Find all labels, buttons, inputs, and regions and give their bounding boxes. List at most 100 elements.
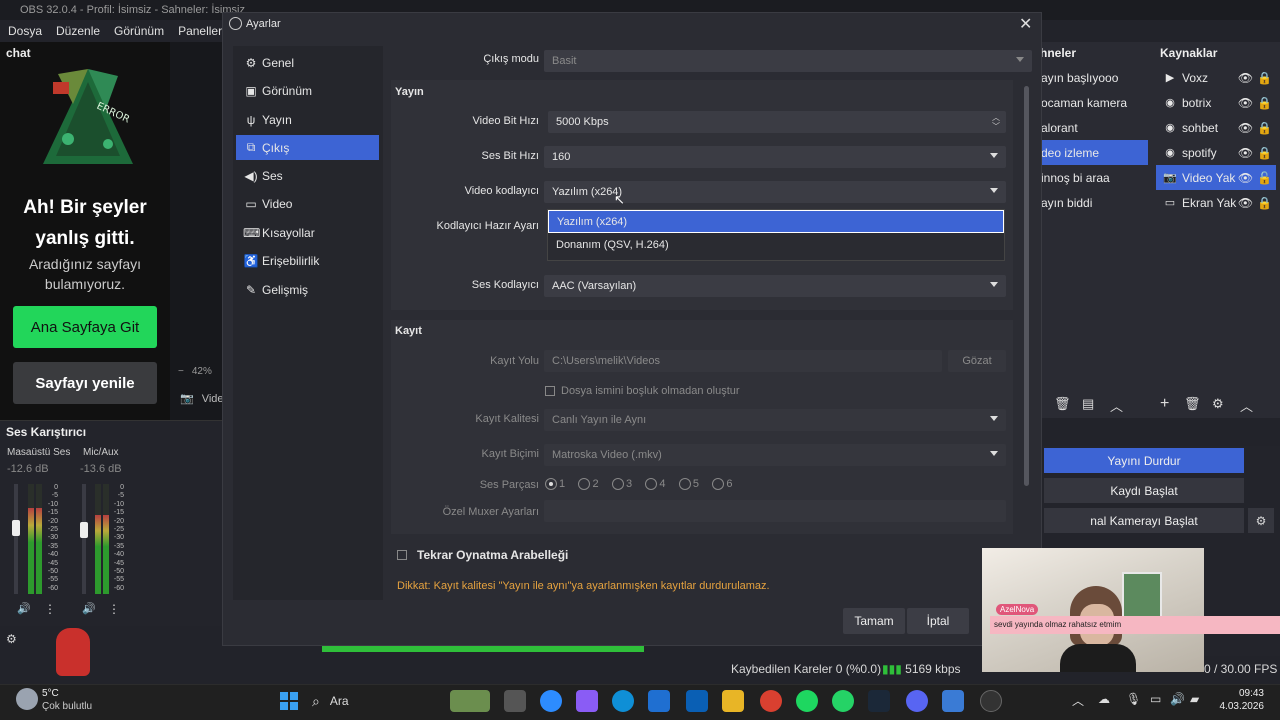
zoom-icon[interactable] [540,690,562,712]
menu-paneller[interactable]: Paneller [178,24,222,42]
network-icon[interactable]: ▭ [1150,692,1161,706]
task-view-icon[interactable] [504,690,526,712]
minus-icon[interactable]: − [178,366,184,377]
cloud-icon[interactable]: ☁ [1098,692,1110,706]
sidebar-item-yayin[interactable]: ψ Yayın [236,107,379,132]
eye-icon[interactable]: 👁 [1238,121,1253,135]
audio-bitrate-select[interactable]: 160 [544,146,1006,168]
speaker-icon[interactable]: 🔊 [82,602,96,615]
app-icon[interactable] [942,690,964,712]
source-item[interactable]: ◉ spotify 👁 🔒 [1156,140,1276,165]
taskbar-search[interactable]: ⌕ Ara [312,689,442,713]
more-icon[interactable]: ⋮ [44,602,56,616]
clock-date[interactable]: 4.03.2026 [1214,701,1265,712]
filter-icon[interactable]: ▤ [1082,396,1094,412]
unlock-icon[interactable]: 🔓 [1257,171,1272,185]
file-explorer-icon[interactable] [722,690,744,712]
encoder-option-software[interactable]: Yazılım (x264) [548,210,1004,233]
eye-icon[interactable]: 👁 [1238,171,1253,185]
sidebar-item-video[interactable]: ▭ Video [236,191,379,216]
track-radio-1[interactable]: 1 [545,478,565,490]
more-icon[interactable]: ⋮ [108,602,120,616]
track-radio-5[interactable]: 5 [678,478,699,490]
muxer-input[interactable] [544,500,1006,522]
chevron-up-icon[interactable]: ︿ [1110,396,1123,415]
lock-icon[interactable]: 🔒 [1257,121,1272,135]
weather-icon[interactable] [16,688,38,710]
track-radio-3[interactable]: 3 [611,478,632,490]
store-icon[interactable] [648,690,670,712]
lock-icon[interactable]: 🔒 [1257,71,1272,85]
stop-stream-button[interactable]: Yayını Durdur [1044,448,1244,473]
sidebar-item-genel[interactable]: ⚙ Genel [236,50,379,75]
chrome-icon[interactable] [760,690,782,712]
output-mode-select[interactable]: Basit [544,50,1032,72]
volume-icon[interactable]: 🔊 [1170,692,1185,706]
no-space-checkbox[interactable]: Dosya ismini boşluk olmadan oluştur [545,385,740,397]
lock-icon[interactable]: 🔒 [1257,146,1272,160]
replay-buffer-checkbox[interactable]: Tekrar Oynatma Arabelleği [397,548,568,562]
battery-icon[interactable]: ▰ [1190,692,1199,706]
start-record-button[interactable]: Kaydı Başlat [1044,478,1244,503]
source-item[interactable]: ▶ Voxz 👁 🔒 [1156,65,1276,90]
trash-icon[interactable]: 🗑 [1184,396,1201,412]
copilot-icon[interactable] [576,690,598,712]
discord-icon[interactable] [906,690,928,712]
encoder-option-hardware[interactable]: Donanım (QSV, H.264) [548,233,1004,256]
speaker-icon[interactable]: 🔊 [17,602,31,615]
eye-icon[interactable]: 👁 [1238,96,1253,110]
microphone-icon[interactable]: 🎙 [1126,692,1141,706]
menu-gorunum[interactable]: Görünüm [114,24,164,42]
whatsapp-icon[interactable] [832,690,854,712]
eye-icon[interactable]: 👁 [1238,196,1253,210]
lock-icon[interactable]: 🔒 [1257,196,1272,210]
volume-fader[interactable] [80,522,88,538]
clock-time[interactable]: 09:43 [1228,688,1264,699]
cancel-button[interactable]: İptal [907,608,969,634]
track-radio-4[interactable]: 4 [645,478,666,490]
sidebar-item-kisayollar[interactable]: ⌨ Kısayollar [236,220,379,245]
gear-icon[interactable]: ⚙ [1212,396,1224,412]
eye-icon[interactable]: 👁 [1238,146,1253,160]
scene-item[interactable]: ayın biddi [1040,190,1148,215]
scene-item[interactable]: ocaman kamera [1040,90,1148,115]
reload-button[interactable]: Sayfayı yenile [13,362,157,404]
add-icon[interactable]: + [1160,395,1169,413]
menu-duzenle[interactable]: Düzenle [56,24,100,42]
scene-item[interactable]: ayın başlıyooo [1040,65,1148,90]
source-item[interactable]: ◉ sohbet 👁 🔒 [1156,115,1276,140]
scene-item[interactable]: innoş bi araa [1040,165,1148,190]
scene-item[interactable]: alorant [1040,115,1148,140]
chevron-up-icon[interactable]: ︿ [1072,692,1084,709]
gear-icon[interactable]: ⚙ [6,632,17,646]
menu-dosya[interactable]: Dosya [8,24,42,42]
source-item[interactable]: ▭ Ekran Yak 👁 🔒 [1156,190,1276,215]
volume-fader[interactable] [12,520,20,536]
video-bitrate-spinbox[interactable]: 5000 Kbps ︿ ﹀ [548,111,1006,133]
outlook-icon[interactable] [686,690,708,712]
ok-button[interactable]: Tamam [843,608,905,634]
eye-icon[interactable]: 👁 [1238,71,1253,85]
browse-button[interactable]: Gözat [948,350,1006,372]
obs-icon[interactable] [980,690,1002,712]
sidebar-item-cikis[interactable]: ⧉ Çıkış [236,135,379,160]
gear-icon[interactable]: ⚙ [1248,508,1274,533]
chevron-up-icon[interactable]: ︿ [1240,396,1253,415]
lock-icon[interactable]: 🔒 [1257,96,1272,110]
track-radio-6[interactable]: 6 [712,478,732,490]
sidebar-item-gelismis[interactable]: ✎ Gelişmiş [236,277,379,302]
scrollbar[interactable] [1024,86,1029,486]
source-item-selected[interactable]: 📷 Video Yak 👁 🔓 [1156,165,1276,190]
audio-encoder-select[interactable]: AAC (Varsayılan) [544,275,1006,297]
source-item[interactable]: ◉ botrix 👁 🔒 [1156,90,1276,115]
track-radio-2[interactable]: 2 [578,478,599,490]
edge-icon[interactable] [612,690,634,712]
steam-icon[interactable] [868,690,890,712]
windows-start-icon[interactable] [278,690,300,712]
record-format-select[interactable]: Matroska Video (.mkv) [544,444,1006,466]
scene-item-selected[interactable]: deo izleme [1040,140,1148,165]
widgets-icon[interactable] [450,690,490,712]
sidebar-item-ses[interactable]: ◀) Ses [236,163,379,188]
trash-icon[interactable]: 🗑 [1054,396,1071,412]
sidebar-item-erisebilirlik[interactable]: ♿ Erişebilirlik [236,248,379,273]
